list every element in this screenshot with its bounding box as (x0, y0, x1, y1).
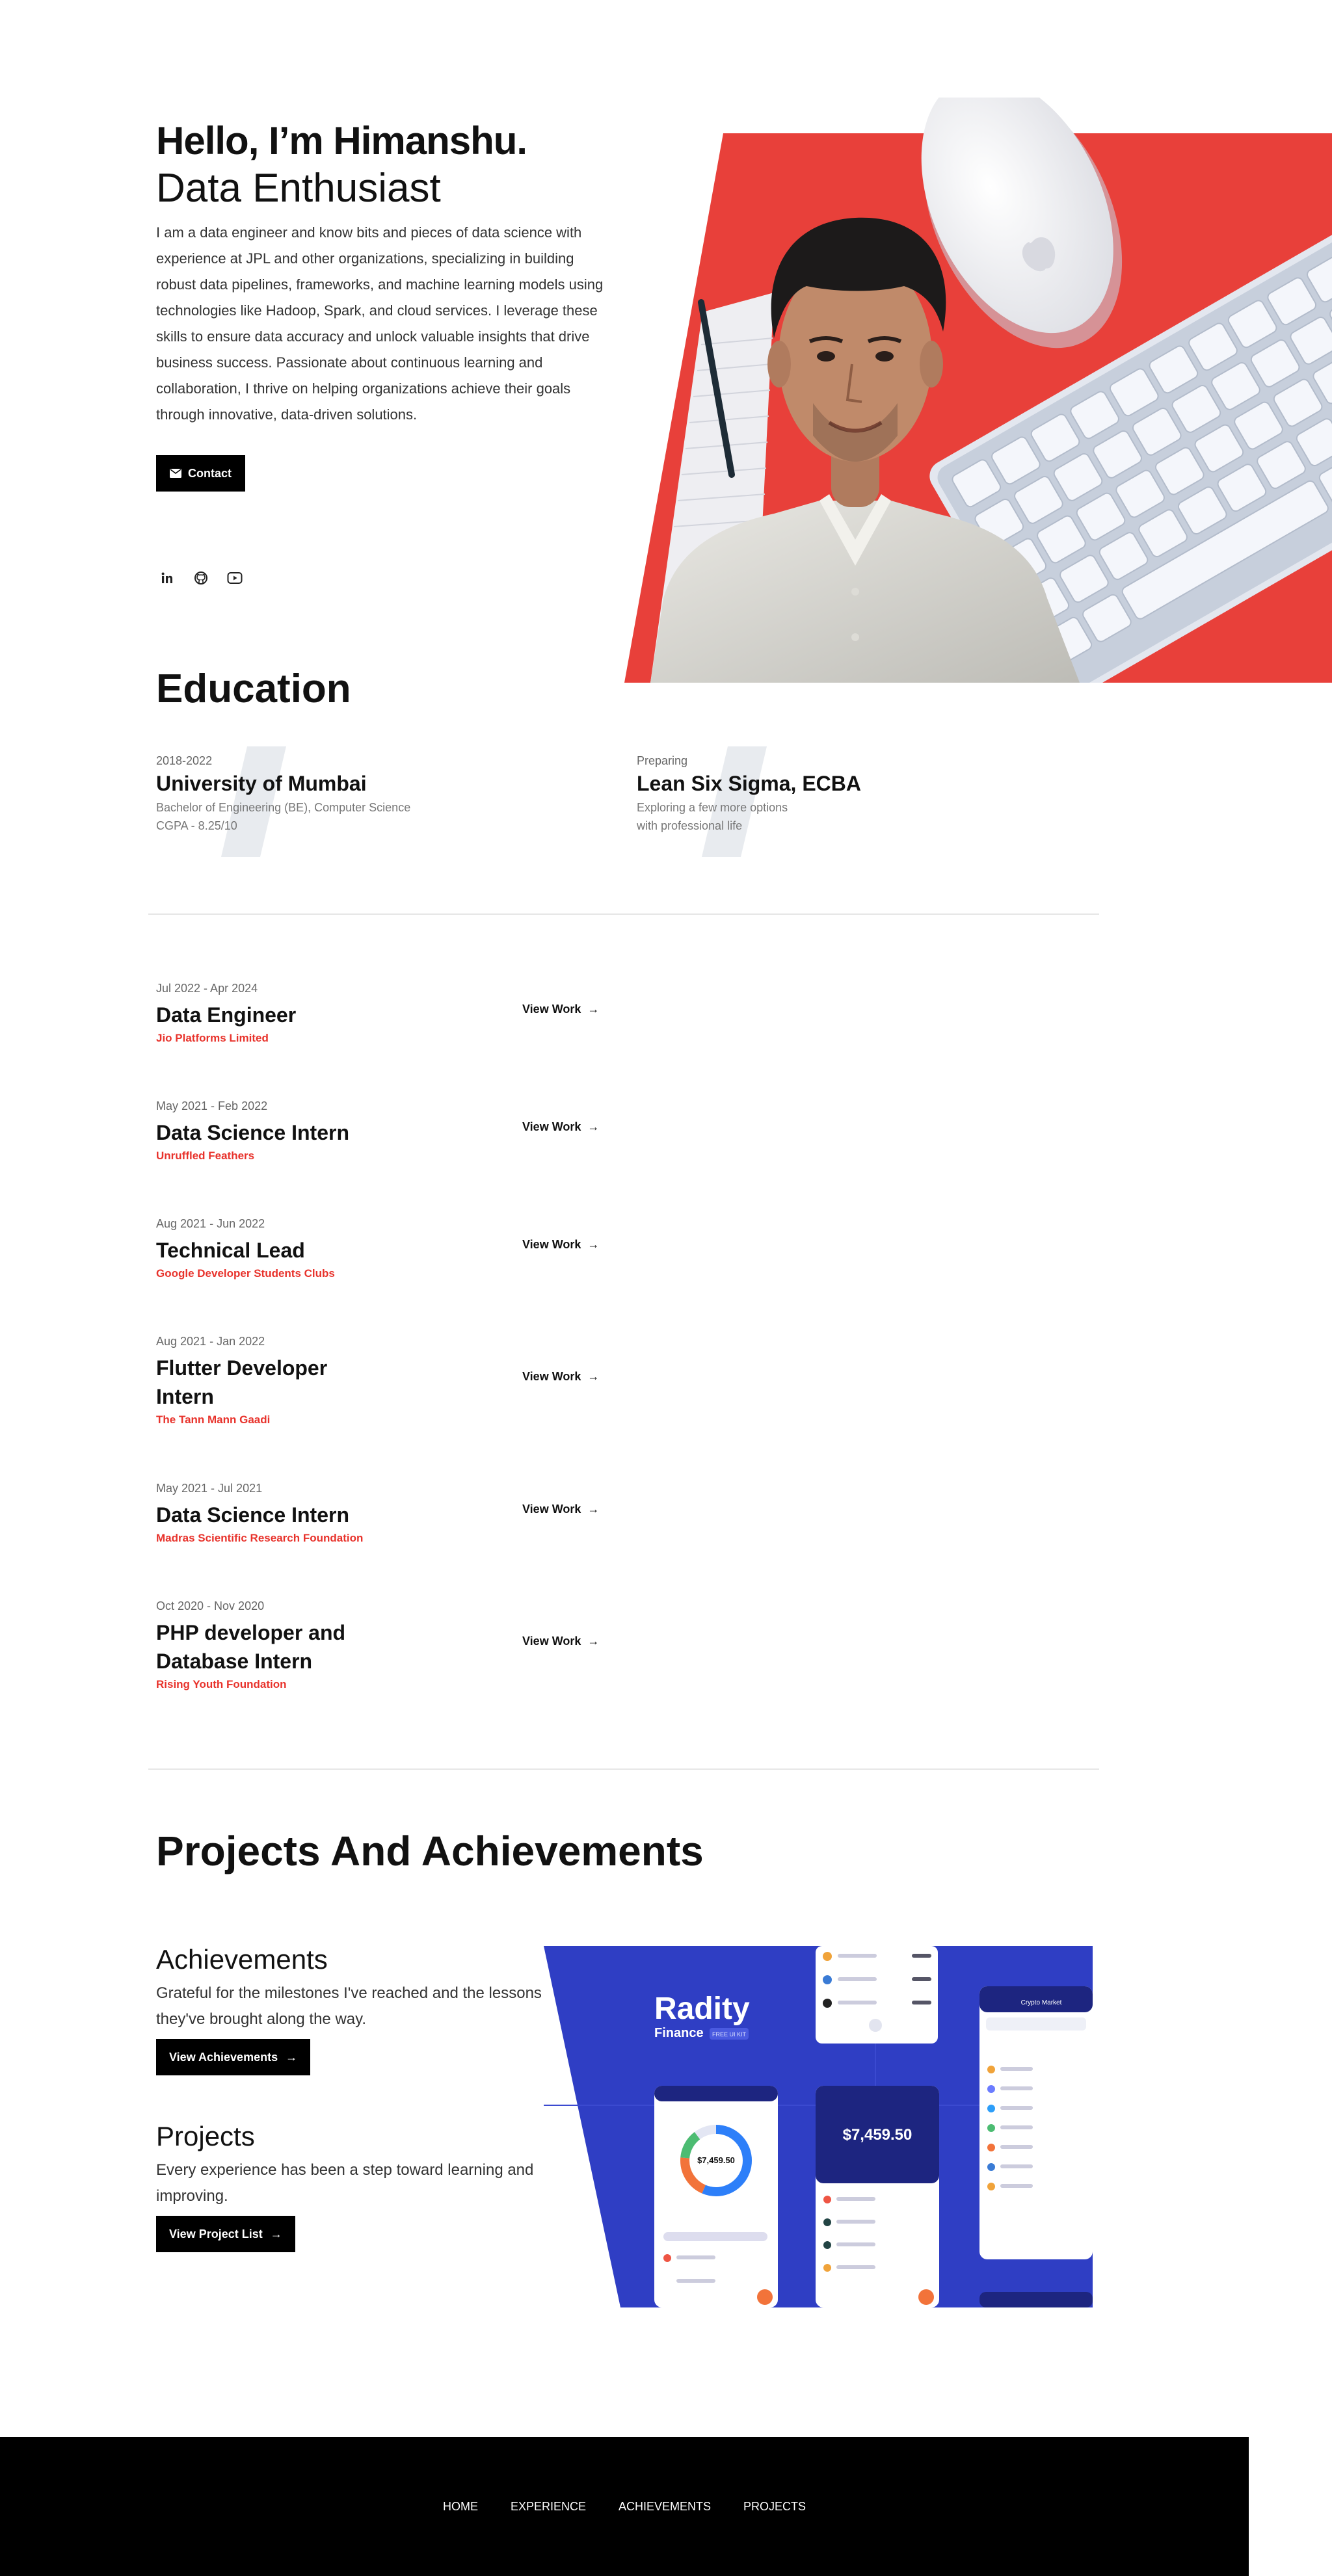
hero-description: I am a data engineer and know bits and p… (156, 224, 604, 423)
education-title: Education (156, 666, 351, 711)
experience-title: Data Science Intern (156, 1503, 349, 1527)
education-item: 2018-2022 University of Mumbai Bachelor … (156, 746, 494, 857)
contact-button[interactable]: Contact (156, 455, 245, 492)
education-item: Preparing Lean Six Sigma, ECBA Exploring… (637, 746, 975, 857)
project-mockup-image: Radity Finance FREE UI KIT $7,459.50 $7,… (544, 1946, 1093, 2307)
footer-nav: HOME EXPERIENCE ACHIEVEMENTS PROJECTS (0, 2500, 1249, 2514)
experience-company: The Tann Mann Gaadi (156, 1413, 271, 1426)
experience-company: Jio Platforms Limited (156, 1032, 269, 1044)
view-work-label: View Work (522, 1238, 581, 1251)
view-work-label: View Work (522, 1503, 581, 1516)
mockup-brand-sub: Finance (654, 2026, 704, 2040)
github-icon[interactable] (190, 567, 212, 589)
achievements-heading: Achievements (156, 1944, 328, 1975)
experience-date: Aug 2021 - Jan 2022 (156, 1335, 265, 1348)
achievements-text: Grateful for the milestones I've reached… (156, 1984, 542, 2028)
hero-text: Hello, I’m Himanshu. Data Enthusiast I a… (156, 118, 611, 428)
arrow-right-icon: → (587, 1370, 600, 1383)
experience-company: Unruffled Feathers (156, 1150, 255, 1162)
education-detail: Exploring a few more options (637, 801, 788, 814)
hero-greeting: Hello, I’m Himanshu. (156, 119, 527, 163)
experience-company: Rising Youth Foundation (156, 1678, 287, 1690)
linkedin-icon[interactable] (156, 567, 178, 589)
experience-title: Data Science Intern (156, 1121, 349, 1144)
view-work-link[interactable]: View Work → (522, 1503, 599, 1516)
view-work-label: View Work (522, 1120, 581, 1133)
footer-link-achievements[interactable]: ACHIEVEMENTS (619, 2500, 711, 2514)
footer: HOME EXPERIENCE ACHIEVEMENTS PROJECTS (0, 2437, 1249, 2576)
arrow-right-icon: → (587, 1003, 600, 1016)
footer-link-projects[interactable]: PROJECTS (743, 2500, 806, 2514)
experience-date: Aug 2021 - Jun 2022 (156, 1217, 265, 1230)
experience-item: Oct 2020 - Nov 2020 PHP developer and Da… (156, 1599, 611, 1691)
footer-link-home[interactable]: HOME (443, 2500, 478, 2514)
experience-title: Technical Lead (156, 1239, 305, 1262)
projects-block: Projects Every experience has been a ste… (156, 2121, 546, 2252)
experience-title: Data Engineer (156, 1003, 297, 1027)
view-work-label: View Work (522, 1635, 581, 1648)
view-work-link[interactable]: View Work → (522, 1238, 599, 1252)
projects-title: Projects And Achievements (156, 1828, 704, 1874)
arrow-right-icon: → (587, 1503, 600, 1516)
arrow-right-icon: → (286, 2050, 298, 2064)
view-achievements-button[interactable]: View Achievements → (156, 2039, 311, 2075)
experience-item: May 2021 - Feb 2022 Data Science Intern … (156, 1099, 611, 1163)
education-degree: Bachelor of Engineering (BE), Computer S… (156, 801, 411, 814)
education-date: 2018-2022 (156, 754, 213, 767)
view-work-label: View Work (522, 1370, 581, 1383)
projects-heading: Projects (156, 2121, 255, 2151)
experience-company: Google Developer Students Clubs (156, 1267, 335, 1280)
experience-title: Flutter Developer Intern (156, 1356, 328, 1408)
arrow-right-icon: → (270, 2227, 282, 2241)
view-achievements-label: View Achievements (169, 2050, 278, 2064)
achievements-block: Achievements Grateful for the milestones… (156, 1944, 546, 2075)
view-work-link[interactable]: View Work → (522, 1370, 599, 1384)
education-name: University of Mumbai (156, 772, 367, 795)
mockup-balance: $7,459.50 (697, 2155, 735, 2165)
mockup-balance: $7,459.50 (843, 2126, 912, 2144)
contact-label: Contact (188, 466, 232, 480)
youtube-icon[interactable] (224, 567, 246, 589)
view-work-label: View Work (522, 1003, 581, 1016)
experience-item: Aug 2021 - Jan 2022 Flutter Developer In… (156, 1335, 611, 1426)
education-name: Lean Six Sigma, ECBA (637, 772, 861, 795)
education-date: Preparing (637, 754, 688, 767)
section-divider (148, 913, 1099, 915)
experience-date: May 2021 - Jul 2021 (156, 1482, 263, 1495)
experience-item: Jul 2022 - Apr 2024 Data Engineer Jio Pl… (156, 982, 611, 1045)
section-divider (148, 1768, 1099, 1770)
experience-date: Oct 2020 - Nov 2020 (156, 1599, 265, 1612)
social-links (156, 567, 246, 589)
hero-role: Data Enthusiast (156, 166, 441, 211)
education-grade: CGPA - 8.25/10 (156, 819, 237, 832)
view-project-list-button[interactable]: View Project List → (156, 2216, 295, 2252)
experience-item: May 2021 - Jul 2021 Data Science Intern … (156, 1482, 611, 1545)
projects-text: Every experience has been a step toward … (156, 2161, 534, 2205)
mail-icon (170, 469, 181, 478)
mockup-brand-tag: FREE UI KIT (712, 2031, 747, 2038)
view-work-link[interactable]: View Work → (522, 1003, 599, 1016)
view-work-link[interactable]: View Work → (522, 1120, 599, 1134)
arrow-right-icon: → (587, 1238, 600, 1251)
experience-date: May 2021 - Feb 2022 (156, 1099, 268, 1112)
education-detail: with professional life (637, 819, 743, 832)
experience-date: Jul 2022 - Apr 2024 (156, 982, 258, 995)
experience-company: Madras Scientific Research Foundation (156, 1532, 364, 1544)
experience-item: Aug 2021 - Jun 2022 Technical Lead Googl… (156, 1217, 611, 1280)
mockup-brand: Radity (654, 1991, 750, 2026)
arrow-right-icon: → (587, 1635, 600, 1648)
arrow-right-icon: → (587, 1120, 600, 1133)
hero-portrait-image (624, 98, 1332, 683)
view-project-list-label: View Project List (169, 2227, 263, 2241)
mockup-market-title: Crypto Market (1021, 1999, 1062, 2006)
view-work-link[interactable]: View Work → (522, 1635, 599, 1648)
footer-link-experience[interactable]: EXPERIENCE (511, 2500, 586, 2514)
experience-title: PHP developer and Database Intern (156, 1621, 346, 1673)
